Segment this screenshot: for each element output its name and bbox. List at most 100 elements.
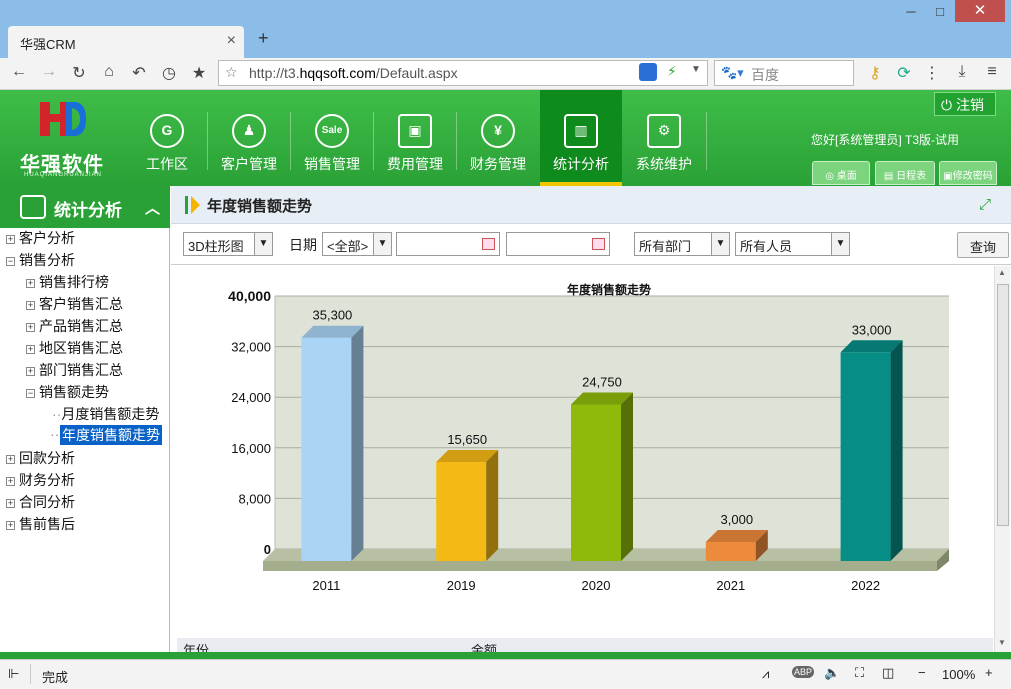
y-tick-label: 16,000	[231, 441, 271, 456]
home-icon[interactable]: ⌂	[98, 63, 120, 81]
expand-icon[interactable]: +	[26, 367, 35, 376]
date-to-field[interactable]	[506, 232, 610, 256]
tree-item-presales-aftersales[interactable]: + 售前售后	[6, 514, 75, 534]
chart-type-select[interactable]: 3D柱形图 ▼	[183, 232, 273, 256]
scroll-down-icon[interactable]: ▼	[998, 638, 1006, 647]
expand-icon[interactable]: +	[26, 301, 35, 310]
collapse-tree-icon[interactable]: −	[26, 389, 35, 398]
sale-icon: Sale	[315, 114, 349, 148]
collapse-icon[interactable]: ︿	[145, 197, 160, 218]
tree-item-customer-sales[interactable]: + 客户销售汇总	[26, 294, 123, 314]
sound-icon[interactable]: 🔈	[824, 665, 840, 681]
calendar-picker-icon[interactable]	[592, 238, 605, 250]
fullscreen-toggle-icon[interactable]: ⛶	[855, 665, 864, 681]
sidebar-toggle-icon[interactable]: ⊩	[8, 666, 19, 682]
query-button[interactable]: 查询	[957, 232, 1009, 258]
module-system[interactable]: ⚙ 系统维护	[623, 90, 705, 186]
zoom-out-icon[interactable]: −	[918, 665, 926, 680]
speed-test-icon[interactable]: ⩘	[762, 666, 769, 682]
tree-item-sales-analysis[interactable]: − 销售分析	[6, 250, 75, 270]
adblock-icon[interactable]: ABP	[792, 666, 815, 678]
tree-item-product-sales[interactable]: + 产品销售汇总	[26, 316, 123, 336]
tree-item-dept-sales[interactable]: + 部门销售汇总	[26, 360, 123, 380]
tree-item-contract-analysis[interactable]: + 合同分析	[6, 492, 75, 512]
module-customer[interactable]: ♟ 客户管理	[208, 90, 290, 186]
search-engine-icon[interactable]: 🐾▾	[721, 65, 744, 81]
tab-close-icon[interactable]: ×	[227, 32, 236, 50]
tree-item-monthly-trend[interactable]: ··月度销售额走势	[52, 404, 159, 424]
favorite-star-icon[interactable]: ☆	[225, 64, 238, 81]
vertical-scrollbar[interactable]: ▲ ▼	[994, 266, 1010, 652]
module-workspace[interactable]: G 工作区	[126, 90, 208, 186]
department-select[interactable]: 所有部门 ▼	[634, 232, 730, 256]
bookmark-star-icon[interactable]: ★	[188, 63, 210, 83]
browser-tab[interactable]: 华强CRM ×	[8, 26, 244, 58]
system-gear-icon: ⚙	[647, 114, 681, 148]
maximize-icon[interactable]: □	[925, 4, 955, 22]
expand-icon[interactable]: +	[6, 235, 15, 244]
expand-icon[interactable]: +	[26, 323, 35, 332]
address-bar[interactable]: ☆ http://t3.hqqsoft.com/Default.aspx ⚡ ▼	[218, 60, 708, 86]
calendar-picker-icon[interactable]	[482, 238, 495, 250]
tree-item-region-sales[interactable]: + 地区销售汇总	[26, 338, 123, 358]
back-icon[interactable]: ←	[8, 63, 30, 81]
date-from-field[interactable]	[396, 232, 500, 256]
forward-icon[interactable]: →	[38, 63, 60, 81]
date-label: 日期	[289, 237, 317, 253]
window-close-icon[interactable]: ✕	[955, 0, 1005, 22]
new-tab-button[interactable]: +	[258, 28, 269, 49]
tree-item-sales-ranking[interactable]: + 销售排行榜	[26, 272, 109, 292]
url-dropdown-icon[interactable]: ▼	[691, 64, 701, 75]
menu-more-icon[interactable]: ⋮	[921, 63, 943, 83]
module-expense[interactable]: ▣ 费用管理	[374, 90, 456, 186]
extension-icon[interactable]	[639, 63, 657, 81]
split-view-icon[interactable]: ◫	[882, 665, 894, 681]
bar-side	[351, 325, 364, 561]
expand-icon[interactable]: +	[26, 345, 35, 354]
refresh-user-icon[interactable]: ⟳	[893, 63, 915, 83]
module-sales[interactable]: Sale 销售管理	[291, 90, 373, 186]
reload-icon[interactable]: ↻	[68, 63, 90, 83]
date-range-select[interactable]: <全部> ▼	[322, 232, 392, 256]
bar-side	[890, 340, 903, 561]
minimize-icon[interactable]: ─	[896, 4, 926, 22]
search-box[interactable]: 🐾▾ 百度	[714, 60, 854, 86]
title-bar-icon	[185, 196, 188, 214]
bar-value-label: 33,000	[852, 322, 892, 337]
scroll-up-icon[interactable]: ▲	[998, 268, 1006, 277]
expand-icon[interactable]: +	[26, 279, 35, 288]
fullscreen-icon[interactable]: ⤢	[979, 196, 991, 213]
calendar-button[interactable]: ▤ 日程表	[875, 161, 935, 185]
expand-icon[interactable]: +	[6, 455, 15, 464]
chart-icon: ▥	[564, 114, 598, 148]
logo-subtext: HUAQIANGRUANJIAN	[24, 172, 103, 178]
person-select[interactable]: 所有人员 ▼	[735, 232, 850, 256]
sidebar-title: 统计分析	[54, 201, 122, 220]
tree-item-yearly-trend[interactable]: 年度销售额走势	[60, 425, 162, 445]
tree-item-customer-analysis[interactable]: + 客户分析	[6, 228, 75, 248]
expand-icon[interactable]: +	[6, 499, 15, 508]
tree-item-payment-analysis[interactable]: + 回款分析	[6, 448, 75, 468]
change-password-button[interactable]: ▣修改密码	[939, 161, 997, 185]
download-icon[interactable]: ⤓	[951, 63, 973, 81]
tree-item-sales-trend[interactable]: − 销售额走势	[26, 382, 109, 402]
expand-icon[interactable]: +	[6, 521, 15, 530]
zoom-in-icon[interactable]: +	[985, 665, 993, 680]
sidebar-header[interactable]: 统计分析 ︿	[0, 186, 170, 228]
undo-icon[interactable]: ↶	[128, 63, 150, 83]
box-icon: ▣	[398, 114, 432, 148]
module-finance[interactable]: ¥ 财务管理	[457, 90, 539, 186]
key-icon[interactable]: ⚷	[864, 63, 886, 83]
collapse-tree-icon[interactable]: −	[6, 257, 15, 266]
logout-button[interactable]: ⏻ 注销	[934, 92, 996, 116]
module-statistics[interactable]: ▥ 统计分析	[540, 90, 622, 186]
scrollbar-thumb[interactable]	[997, 284, 1009, 526]
yuan-icon: ¥	[481, 114, 515, 148]
hamburger-menu-icon[interactable]: ≡	[981, 63, 1003, 81]
history-icon[interactable]: ◷	[158, 63, 180, 83]
desktop-button[interactable]: ◎ 桌面	[812, 161, 870, 185]
speed-icon[interactable]: ⚡	[667, 63, 677, 80]
expand-icon[interactable]: +	[6, 477, 15, 486]
tree-item-finance-analysis[interactable]: + 财务分析	[6, 470, 75, 490]
module-divider	[706, 112, 707, 170]
